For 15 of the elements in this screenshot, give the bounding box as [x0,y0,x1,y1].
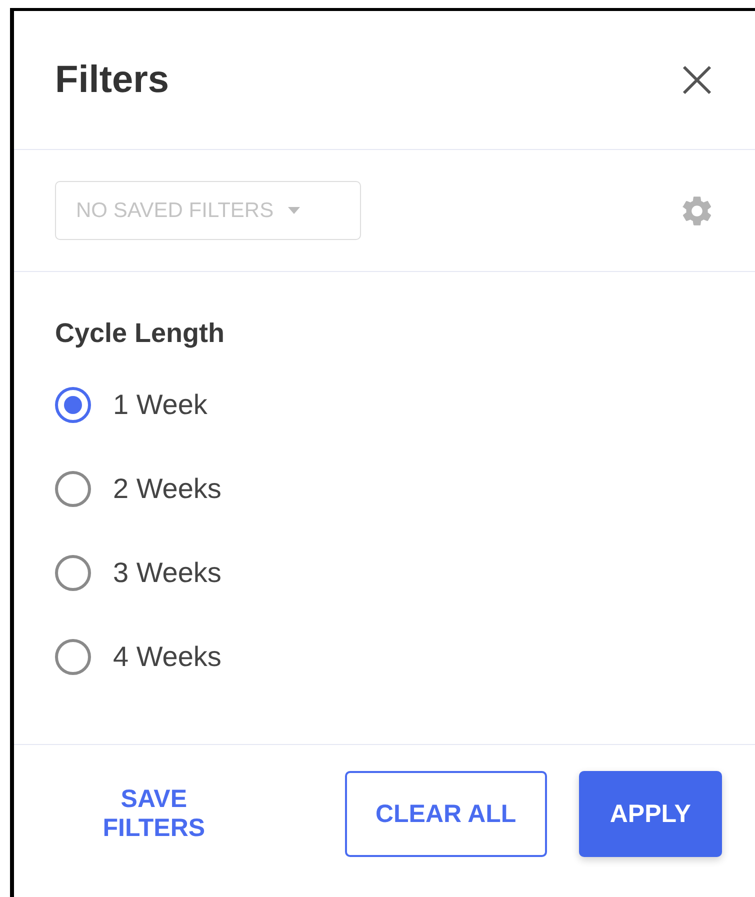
radio-button[interactable] [55,471,91,507]
save-filters-button[interactable]: SAVE FILTERS [55,771,253,857]
apply-button[interactable]: APPLY [578,771,722,857]
panel-title: Filters [55,58,170,102]
clear-all-button[interactable]: CLEAR ALL [344,771,547,857]
radio-button[interactable] [55,387,91,423]
radio-button[interactable] [55,555,91,591]
option-label: 1 Week [113,389,208,421]
close-icon [682,65,712,95]
option-label: 2 Weeks [113,473,222,505]
option-label: 3 Weeks [113,557,222,589]
section-title: Cycle Length [55,318,226,349]
caret-icon [288,207,300,214]
option-label: 4 Weeks [113,641,222,673]
radio-button[interactable] [55,639,91,675]
